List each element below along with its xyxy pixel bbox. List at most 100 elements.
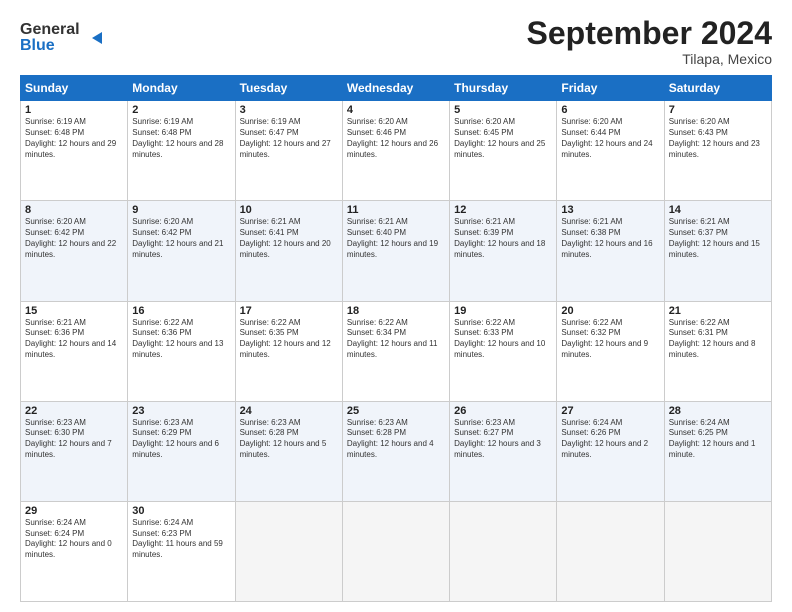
header: General Blue September 2024 Tilapa, Mexi… [20, 16, 772, 67]
day-number: 27 [561, 405, 659, 417]
day-number: 2 [132, 104, 230, 116]
table-row: 25 Sunrise: 6:23 AM Sunset: 6:28 PM Dayl… [342, 401, 449, 501]
day-info: Sunrise: 6:20 AM Sunset: 6:45 PM Dayligh… [454, 117, 552, 160]
day-info: Sunrise: 6:21 AM Sunset: 6:38 PM Dayligh… [561, 217, 659, 260]
week-row-5: 29 Sunrise: 6:24 AM Sunset: 6:24 PM Dayl… [21, 501, 772, 601]
day-info: Sunrise: 6:22 AM Sunset: 6:33 PM Dayligh… [454, 318, 552, 361]
day-number: 20 [561, 305, 659, 317]
day-number: 30 [132, 505, 230, 517]
day-info: Sunrise: 6:20 AM Sunset: 6:43 PM Dayligh… [669, 117, 767, 160]
day-info: Sunrise: 6:23 AM Sunset: 6:29 PM Dayligh… [132, 418, 230, 461]
day-info: Sunrise: 6:22 AM Sunset: 6:34 PM Dayligh… [347, 318, 445, 361]
day-number: 15 [25, 305, 123, 317]
table-row: 17 Sunrise: 6:22 AM Sunset: 6:35 PM Dayl… [235, 301, 342, 401]
table-row: 24 Sunrise: 6:23 AM Sunset: 6:28 PM Dayl… [235, 401, 342, 501]
month-title: September 2024 [527, 16, 772, 51]
day-number: 1 [25, 104, 123, 116]
day-info: Sunrise: 6:23 AM Sunset: 6:28 PM Dayligh… [240, 418, 338, 461]
table-row: 22 Sunrise: 6:23 AM Sunset: 6:30 PM Dayl… [21, 401, 128, 501]
day-number: 11 [347, 204, 445, 216]
week-row-4: 22 Sunrise: 6:23 AM Sunset: 6:30 PM Dayl… [21, 401, 772, 501]
day-number: 12 [454, 204, 552, 216]
day-info: Sunrise: 6:21 AM Sunset: 6:36 PM Dayligh… [25, 318, 123, 361]
day-info: Sunrise: 6:22 AM Sunset: 6:35 PM Dayligh… [240, 318, 338, 361]
day-info: Sunrise: 6:19 AM Sunset: 6:47 PM Dayligh… [240, 117, 338, 160]
header-monday: Monday [128, 76, 235, 101]
table-row: 23 Sunrise: 6:23 AM Sunset: 6:29 PM Dayl… [128, 401, 235, 501]
day-number: 17 [240, 305, 338, 317]
day-number: 4 [347, 104, 445, 116]
logo-svg: General Blue [20, 16, 110, 56]
day-info: Sunrise: 6:21 AM Sunset: 6:41 PM Dayligh… [240, 217, 338, 260]
table-row: 16 Sunrise: 6:22 AM Sunset: 6:36 PM Dayl… [128, 301, 235, 401]
table-row: 26 Sunrise: 6:23 AM Sunset: 6:27 PM Dayl… [450, 401, 557, 501]
table-row [664, 501, 771, 601]
day-number: 24 [240, 405, 338, 417]
table-row: 21 Sunrise: 6:22 AM Sunset: 6:31 PM Dayl… [664, 301, 771, 401]
day-number: 22 [25, 405, 123, 417]
table-row: 27 Sunrise: 6:24 AM Sunset: 6:26 PM Dayl… [557, 401, 664, 501]
day-info: Sunrise: 6:21 AM Sunset: 6:40 PM Dayligh… [347, 217, 445, 260]
day-number: 7 [669, 104, 767, 116]
day-info: Sunrise: 6:24 AM Sunset: 6:26 PM Dayligh… [561, 418, 659, 461]
day-info: Sunrise: 6:21 AM Sunset: 6:37 PM Dayligh… [669, 217, 767, 260]
table-row: 15 Sunrise: 6:21 AM Sunset: 6:36 PM Dayl… [21, 301, 128, 401]
table-row: 3 Sunrise: 6:19 AM Sunset: 6:47 PM Dayli… [235, 101, 342, 201]
svg-text:Blue: Blue [20, 37, 55, 54]
day-number: 3 [240, 104, 338, 116]
header-wednesday: Wednesday [342, 76, 449, 101]
table-row: 28 Sunrise: 6:24 AM Sunset: 6:25 PM Dayl… [664, 401, 771, 501]
day-info: Sunrise: 6:22 AM Sunset: 6:36 PM Dayligh… [132, 318, 230, 361]
day-info: Sunrise: 6:21 AM Sunset: 6:39 PM Dayligh… [454, 217, 552, 260]
table-row: 12 Sunrise: 6:21 AM Sunset: 6:39 PM Dayl… [450, 201, 557, 301]
day-number: 29 [25, 505, 123, 517]
logo-image: General Blue [20, 16, 110, 56]
table-row: 30 Sunrise: 6:24 AM Sunset: 6:23 PM Dayl… [128, 501, 235, 601]
table-row: 1 Sunrise: 6:19 AM Sunset: 6:48 PM Dayli… [21, 101, 128, 201]
header-friday: Friday [557, 76, 664, 101]
day-info: Sunrise: 6:20 AM Sunset: 6:42 PM Dayligh… [132, 217, 230, 260]
day-info: Sunrise: 6:22 AM Sunset: 6:31 PM Dayligh… [669, 318, 767, 361]
table-row: 7 Sunrise: 6:20 AM Sunset: 6:43 PM Dayli… [664, 101, 771, 201]
day-info: Sunrise: 6:23 AM Sunset: 6:30 PM Dayligh… [25, 418, 123, 461]
day-number: 10 [240, 204, 338, 216]
table-row: 18 Sunrise: 6:22 AM Sunset: 6:34 PM Dayl… [342, 301, 449, 401]
day-number: 8 [25, 204, 123, 216]
week-row-2: 8 Sunrise: 6:20 AM Sunset: 6:42 PM Dayli… [21, 201, 772, 301]
day-number: 23 [132, 405, 230, 417]
table-row: 2 Sunrise: 6:19 AM Sunset: 6:48 PM Dayli… [128, 101, 235, 201]
table-row: 5 Sunrise: 6:20 AM Sunset: 6:45 PM Dayli… [450, 101, 557, 201]
header-tuesday: Tuesday [235, 76, 342, 101]
day-info: Sunrise: 6:23 AM Sunset: 6:28 PM Dayligh… [347, 418, 445, 461]
day-number: 26 [454, 405, 552, 417]
day-number: 13 [561, 204, 659, 216]
table-row: 10 Sunrise: 6:21 AM Sunset: 6:41 PM Dayl… [235, 201, 342, 301]
day-info: Sunrise: 6:22 AM Sunset: 6:32 PM Dayligh… [561, 318, 659, 361]
day-info: Sunrise: 6:23 AM Sunset: 6:27 PM Dayligh… [454, 418, 552, 461]
day-number: 21 [669, 305, 767, 317]
day-number: 19 [454, 305, 552, 317]
day-info: Sunrise: 6:20 AM Sunset: 6:46 PM Dayligh… [347, 117, 445, 160]
day-number: 9 [132, 204, 230, 216]
table-row: 13 Sunrise: 6:21 AM Sunset: 6:38 PM Dayl… [557, 201, 664, 301]
title-block: September 2024 Tilapa, Mexico [527, 16, 772, 67]
table-row [557, 501, 664, 601]
table-row: 14 Sunrise: 6:21 AM Sunset: 6:37 PM Dayl… [664, 201, 771, 301]
table-row [235, 501, 342, 601]
day-info: Sunrise: 6:20 AM Sunset: 6:44 PM Dayligh… [561, 117, 659, 160]
day-number: 28 [669, 405, 767, 417]
day-info: Sunrise: 6:19 AM Sunset: 6:48 PM Dayligh… [132, 117, 230, 160]
day-number: 14 [669, 204, 767, 216]
day-number: 18 [347, 305, 445, 317]
svg-text:General: General [20, 21, 80, 38]
day-number: 25 [347, 405, 445, 417]
week-row-3: 15 Sunrise: 6:21 AM Sunset: 6:36 PM Dayl… [21, 301, 772, 401]
header-sunday: Sunday [21, 76, 128, 101]
table-row: 9 Sunrise: 6:20 AM Sunset: 6:42 PM Dayli… [128, 201, 235, 301]
table-row: 6 Sunrise: 6:20 AM Sunset: 6:44 PM Dayli… [557, 101, 664, 201]
table-row: 29 Sunrise: 6:24 AM Sunset: 6:24 PM Dayl… [21, 501, 128, 601]
day-info: Sunrise: 6:20 AM Sunset: 6:42 PM Dayligh… [25, 217, 123, 260]
week-row-1: 1 Sunrise: 6:19 AM Sunset: 6:48 PM Dayli… [21, 101, 772, 201]
days-header-row: Sunday Monday Tuesday Wednesday Thursday… [21, 76, 772, 101]
day-info: Sunrise: 6:19 AM Sunset: 6:48 PM Dayligh… [25, 117, 123, 160]
